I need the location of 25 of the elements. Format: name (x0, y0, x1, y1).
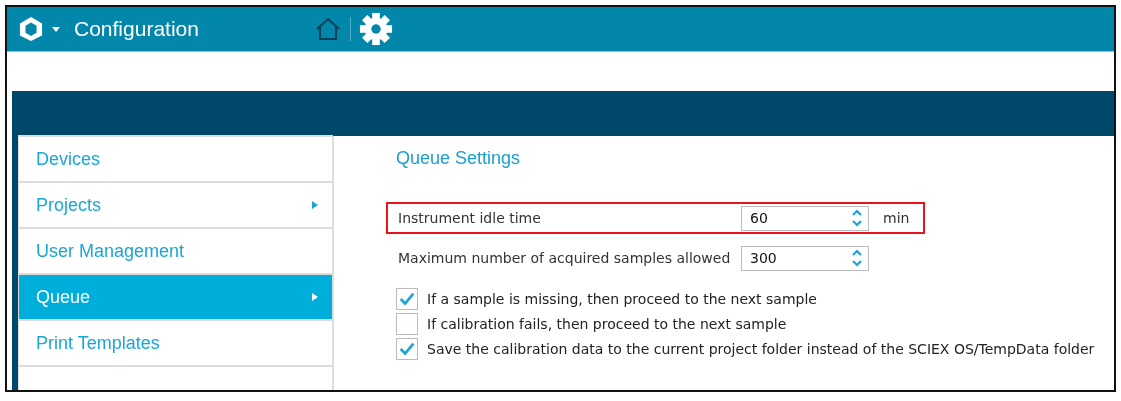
page-title: Configuration (74, 17, 199, 41)
checkbox[interactable] (396, 338, 418, 360)
submenu-arrow-icon (312, 293, 318, 301)
submenu-arrow-icon (312, 201, 318, 209)
field-label: Instrument idle time (398, 210, 542, 226)
unit-label: min (883, 210, 910, 226)
spinner-arrows-icon[interactable] (852, 209, 862, 227)
checkbox[interactable] (396, 288, 418, 310)
checkbox-label: If a sample is missing, then proceed to the next sample (427, 291, 817, 307)
number-field[interactable]: 300 (741, 245, 869, 271)
hexagon-logo-icon[interactable] (19, 16, 43, 42)
checkbox[interactable] (396, 313, 418, 335)
checkbox-label: If calibration fails, then proceed to the next sample (427, 316, 787, 332)
checkbox-label: Save the calibration data to the current project folder instead of the SCIEX OS/TempData folder (427, 341, 1095, 357)
settings-icon[interactable] (358, 12, 393, 46)
sidebar-item[interactable]: Print Templates (18, 319, 333, 366)
home-icon[interactable] (314, 17, 341, 41)
sidebar-item[interactable]: Queue (18, 273, 333, 320)
section-heading: Queue Settings (396, 148, 522, 169)
spinner-arrows-icon[interactable] (852, 249, 862, 267)
caret-icon[interactable] (52, 26, 60, 32)
field-label: Maximum number of acquired samples allowed (398, 250, 732, 266)
sidebar-item[interactable]: Projects (18, 181, 333, 228)
sidebar-item[interactable]: Devices (18, 135, 333, 182)
number-field[interactable]: 60 (741, 205, 869, 231)
